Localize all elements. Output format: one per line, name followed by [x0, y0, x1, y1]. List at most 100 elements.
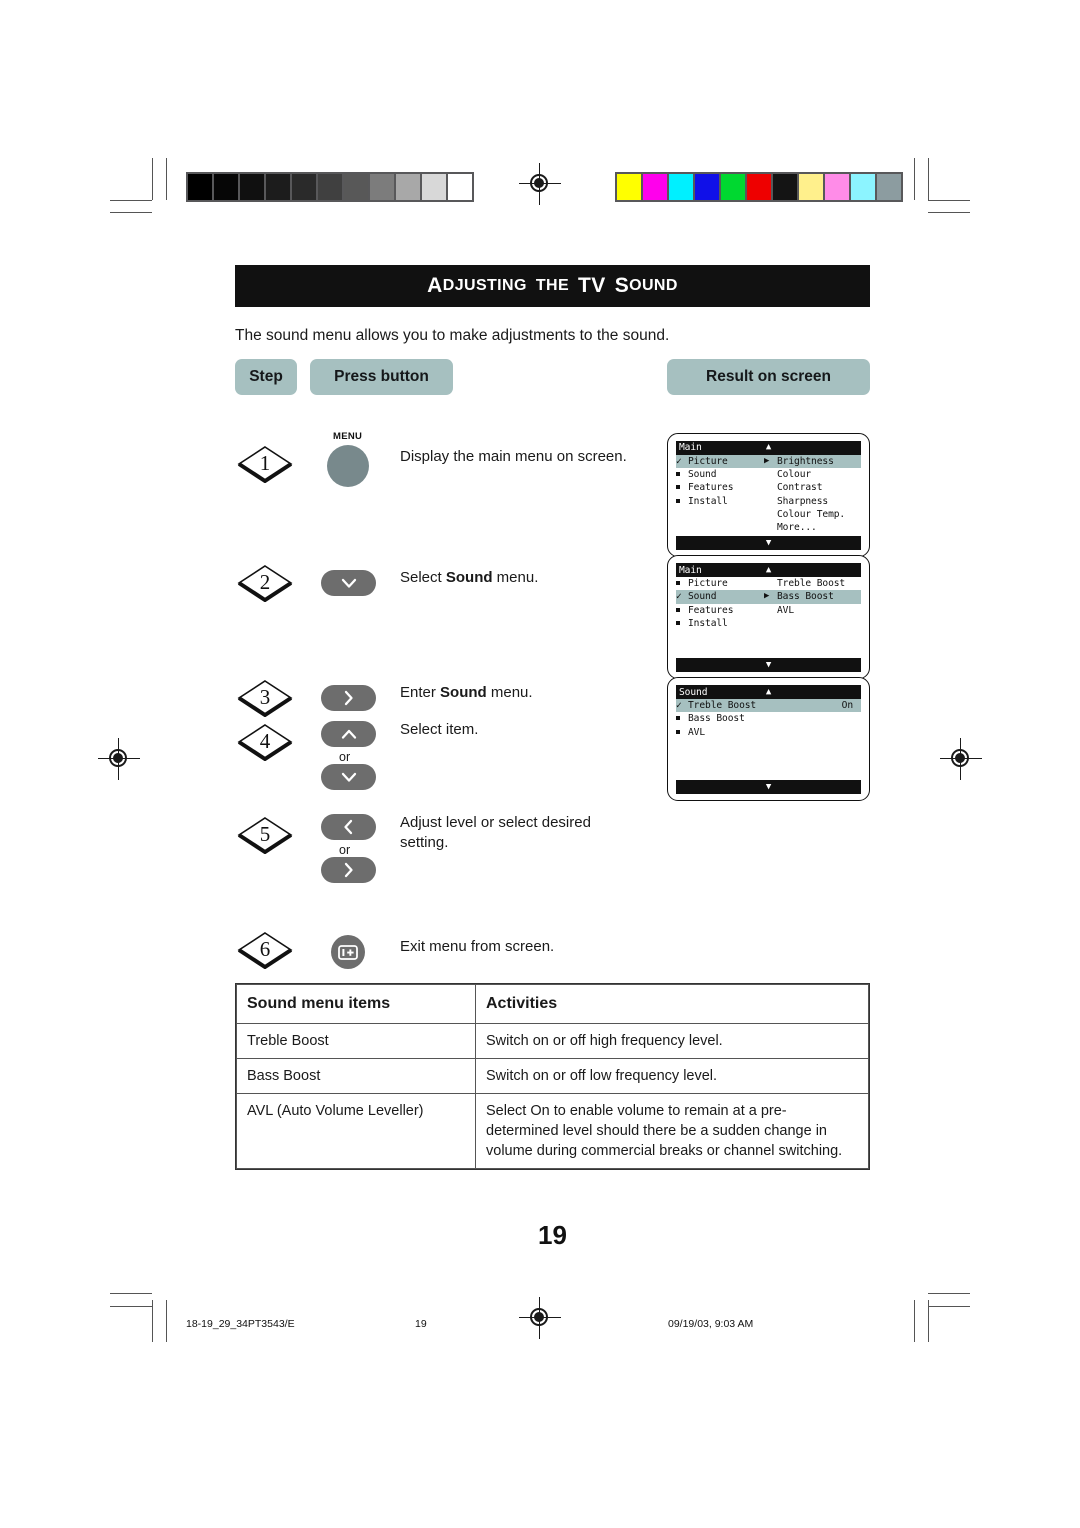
color-swatch-9: [851, 174, 875, 200]
step-number-diamond-5: 5: [237, 816, 293, 854]
osd-row-right-label: AVL: [777, 604, 795, 616]
step-number-2: 2: [259, 569, 271, 594]
osd-row[interactable]: Picture Treble Boost: [676, 577, 861, 590]
title-ound: OUND: [629, 277, 678, 294]
color-swatch-5: [747, 174, 771, 200]
chevron-up-button-step4[interactable]: [321, 721, 376, 747]
osd-row[interactable]: [676, 739, 861, 752]
color-swatch-0: [617, 174, 641, 200]
osd-scroll-down-bar-3[interactable]: ▼: [676, 780, 861, 795]
registration-target-bottom: [519, 1297, 561, 1339]
step-number-diamond-3: 3: [237, 679, 293, 717]
osd-row-right-label: Sharpness: [777, 495, 829, 507]
menu-button[interactable]: [327, 445, 369, 487]
osd-scroll-down-bar-1[interactable]: ▼: [676, 536, 861, 551]
page-content: A DJUSTING THE TV S OUND The sound menu allow…: [235, 265, 870, 1250]
osd-scroll-down-icon[interactable]: ▼: [766, 659, 771, 672]
chevron-down-icon: [341, 772, 356, 782]
osd-row[interactable]: Sound Colour: [676, 468, 861, 481]
color-swatch-10: [877, 174, 901, 200]
step-text-1-prefix: Display the main menu on screen.: [400, 448, 627, 465]
osd-title-label: Main: [679, 442, 702, 454]
osd-scroll-up-icon[interactable]: ▲: [766, 564, 771, 577]
registration-target-left: [98, 738, 140, 780]
chevron-down-button-step2[interactable]: [321, 570, 376, 596]
tv-screen-1: Main ▲ ✓ Picture ▶ Brightness Sound Colour Featu…: [667, 433, 870, 558]
osd-title-bar-2: Main ▲: [676, 563, 861, 578]
exit-info-button[interactable]: [331, 935, 365, 969]
grayscale-swatch-9: [422, 174, 446, 200]
table-row: Treble Boost Switch on or off high freque…: [236, 1023, 869, 1059]
osd-row[interactable]: AVL: [676, 726, 861, 739]
osd-submenu-arrow-icon: ▶: [764, 456, 770, 466]
chevron-down-button-step4[interactable]: [321, 764, 376, 790]
tv-screen-3: Sound ▲ ✓ Treble Boost On Bass Boost AVL ▼: [667, 677, 870, 802]
exit-info-icon: [338, 944, 358, 960]
grayscale-swatch-2: [240, 174, 264, 200]
square-bullet-icon: [676, 468, 688, 481]
step-text-2-prefix: Select: [400, 569, 446, 586]
osd-body-1: ✓ Picture ▶ Brightness Sound Colour Features Co…: [676, 455, 861, 534]
step-number-diamond-4: 4: [237, 723, 293, 761]
osd-scroll-up-icon[interactable]: ▲: [766, 441, 771, 454]
osd-row[interactable]: [676, 765, 861, 778]
osd-row[interactable]: Colour Temp.: [676, 508, 861, 521]
title-the: THE: [535, 277, 570, 294]
step-number-3: 3: [259, 684, 271, 709]
footer-page: 19: [415, 1318, 427, 1330]
step-number-diamond-1: 1: [237, 445, 293, 483]
step-text-3-suffix: menu.: [486, 684, 533, 701]
osd-row[interactable]: [676, 752, 861, 765]
chevron-right-button-step5[interactable]: [321, 857, 376, 883]
osd-scroll-down-bar-2[interactable]: ▼: [676, 658, 861, 673]
step-text-5: Adjust level or select desired setting.: [400, 813, 615, 853]
grayscale-swatch-7: [370, 174, 394, 200]
osd-row[interactable]: [676, 630, 861, 643]
osd-row[interactable]: More...: [676, 521, 861, 534]
osd-row-right-label: More...: [777, 521, 817, 533]
or-label-step5: or: [339, 843, 351, 857]
osd-title-bar-3: Sound ▲: [676, 685, 861, 700]
osd-scroll-down-icon[interactable]: ▼: [766, 781, 771, 794]
osd-row[interactable]: Install Sharpness: [676, 495, 861, 508]
step-number-5: 5: [259, 821, 271, 846]
step-number-diamond-2: 2: [237, 564, 293, 602]
table-cell-menu-item: Bass Boost: [236, 1058, 476, 1094]
osd-scroll-down-icon[interactable]: ▼: [766, 537, 771, 550]
chevron-right-icon: [344, 862, 353, 878]
step-text-3-prefix: Enter: [400, 684, 441, 701]
step-number-6: 6: [259, 936, 271, 961]
step-text-2-bold: Sound: [445, 569, 493, 586]
chevron-right-button-step3[interactable]: [321, 685, 376, 711]
osd-row[interactable]: [676, 643, 861, 656]
title-tv: TV: [578, 274, 606, 297]
osd-body-3: ✓ Treble Boost On Bass Boost AVL: [676, 699, 861, 778]
table-cell-menu-item: AVL (Auto Volume Leveller): [236, 1093, 476, 1169]
osd-scroll-up-icon[interactable]: ▲: [766, 686, 771, 699]
column-headers: Step Press button Result on screen: [235, 359, 870, 397]
osd-row[interactable]: ✓ Treble Boost On: [676, 699, 861, 713]
table-header-cell: Sound menu items: [236, 984, 476, 1024]
osd-row[interactable]: Install: [676, 617, 861, 630]
osd-row[interactable]: Features AVL: [676, 604, 861, 617]
osd-row-left-label: Install: [688, 495, 728, 507]
osd-row[interactable]: ✓ Picture ▶ Brightness: [676, 455, 861, 469]
step-text-6: Exit menu from screen.: [400, 937, 650, 957]
footer-filename: 18-19_29_34PT3543/E: [186, 1318, 295, 1330]
osd-row[interactable]: Bass Boost: [676, 712, 861, 725]
step-text-4: Select item.: [400, 720, 650, 740]
square-bullet-icon: [676, 726, 688, 739]
osd-row[interactable]: Features Contrast: [676, 481, 861, 494]
osd-submenu-arrow-icon: ▶: [764, 591, 770, 602]
osd-row[interactable]: ✓ Sound ▶ Bass Boost: [676, 590, 861, 604]
color-swatch-4: [721, 174, 745, 200]
grayscale-swatch-1: [214, 174, 238, 200]
header-press-button: Press button: [310, 359, 453, 395]
color-swatch-8: [825, 174, 849, 200]
color-swatch-1: [643, 174, 667, 200]
sound-menu-items-table: Sound menu items Activities Treble Boost Sw…: [235, 983, 870, 1170]
osd-row-right-label: Bass Boost: [777, 591, 834, 603]
osd-row-right-label: Brightness: [777, 456, 834, 467]
chevron-left-button-step5[interactable]: [321, 814, 376, 840]
step-text-3-bold: Sound: [440, 684, 487, 701]
